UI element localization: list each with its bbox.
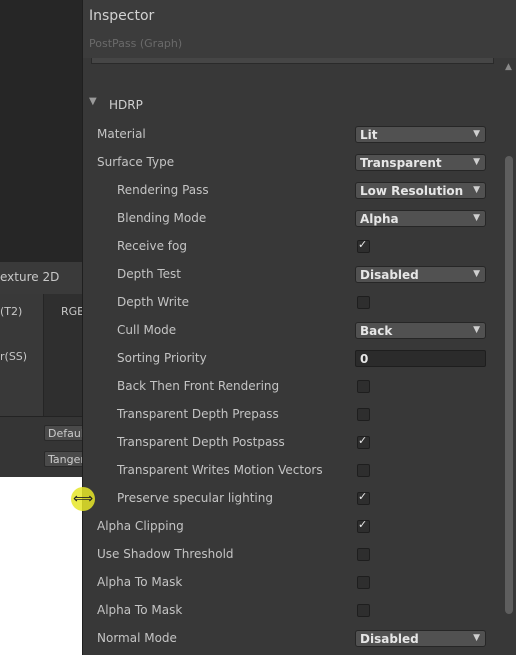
alpha-to-mask-label: Alpha To Mask <box>97 603 183 617</box>
property-row-cull-mode: Cull Mode Back ▼ <box>83 317 493 345</box>
cull-mode-label: Cull Mode <box>117 323 177 337</box>
triangle-down-icon: ▼ <box>473 157 480 167</box>
rendering-pass-dropdown[interactable]: Low Resolution ▼ <box>355 182 486 199</box>
use-shadow-threshold-label: Use Shadow Threshold <box>97 547 234 561</box>
scrollbar-thumb[interactable] <box>505 156 513 614</box>
rendering-pass-value: Low Resolution <box>360 184 464 198</box>
section-title-hdrp[interactable]: HDRP <box>109 98 143 112</box>
alpha-to-mask-label: Alpha To Mask <box>97 575 183 589</box>
sorting-priority-input[interactable]: 0 <box>355 350 486 367</box>
transparent-writes-motion-vectors-label: Transparent Writes Motion Vectors <box>117 463 323 477</box>
scroll-up-arrow-icon[interactable]: ▲ <box>505 62 512 72</box>
property-row-use-shadow-threshold: Use Shadow Threshold <box>83 541 493 569</box>
depth-test-label: Depth Test <box>117 267 181 281</box>
material-dropdown[interactable]: Lit ▼ <box>355 126 486 143</box>
triangle-down-icon: ▼ <box>473 129 480 139</box>
property-row-depth-test: Depth Test Disabled ▼ <box>83 261 493 289</box>
alpha-clipping-checkbox[interactable]: ✓ <box>357 518 370 533</box>
transparent-depth-postpass-checkbox[interactable]: ✓ <box>357 434 370 449</box>
cull-mode-value: Back <box>360 324 393 338</box>
surface-type-label: Surface Type <box>97 155 175 169</box>
property-row-material: Material Lit ▼ <box>83 121 493 149</box>
inspector-title: Inspector <box>89 8 155 24</box>
transparent-depth-prepass-checkbox[interactable] <box>357 408 370 421</box>
checkmark-icon: ✓ <box>358 490 368 503</box>
inspector-subtitle: PostPass (Graph) <box>89 37 183 50</box>
surface-type-dropdown[interactable]: Transparent ▼ <box>355 154 486 171</box>
blending-mode-dropdown[interactable]: Alpha ▼ <box>355 210 486 227</box>
triangle-down-icon: ▼ <box>473 269 480 279</box>
resize-horizontal-icon: ⟺ <box>71 487 95 511</box>
property-row-transparent-depth-prepass: Transparent Depth Prepass <box>83 401 493 429</box>
graph-node-header[interactable]: exture 2D <box>0 262 82 295</box>
blending-mode-value: Alpha <box>360 212 399 226</box>
graph-node-title: exture 2D <box>0 270 60 284</box>
alpha-clipping-label: Alpha Clipping <box>97 519 184 533</box>
property-row-depth-write: Depth Write <box>83 289 493 317</box>
normal-mode-value: Disabled <box>360 632 419 646</box>
cull-mode-dropdown[interactable]: Back ▼ <box>355 322 486 339</box>
graph-port-t2[interactable]: (T2) <box>0 305 22 318</box>
depth-write-checkbox[interactable] <box>357 296 370 309</box>
inspector-header: Inspector PostPass (Graph) <box>83 0 516 58</box>
property-row-blending-mode: Blending Mode Alpha ▼ <box>83 205 493 233</box>
rendering-pass-label: Rendering Pass <box>117 183 209 197</box>
inspector-panel: Inspector PostPass (Graph) ▲ ▼ HDRP Mate… <box>82 0 516 655</box>
depth-test-dropdown[interactable]: Disabled ▼ <box>355 266 486 283</box>
inspector-scrollbar[interactable] <box>502 78 516 655</box>
triangle-down-icon[interactable]: ▼ <box>89 96 97 107</box>
blending-mode-label: Blending Mode <box>117 211 207 225</box>
default-button[interactable]: Default <box>44 425 84 441</box>
triangle-down-icon: ▼ <box>473 325 480 335</box>
property-row-sorting-priority: Sorting Priority 0 <box>83 345 493 373</box>
material-label: Material <box>97 127 146 141</box>
checkmark-icon: ✓ <box>358 518 368 531</box>
inspector-divider <box>91 58 494 64</box>
property-row-normal-mode: Normal Mode Disabled ▼ <box>83 625 493 653</box>
alpha-to-mask-checkbox[interactable] <box>357 604 370 617</box>
property-row-alpha-clipping: Alpha Clipping ✓ <box>83 513 493 541</box>
checkmark-icon: ✓ <box>358 434 368 447</box>
tangent-button[interactable]: Tangent <box>44 451 84 467</box>
preserve-specular-lighting-label: Preserve specular lighting <box>117 491 273 505</box>
graph-canvas[interactable] <box>0 0 82 262</box>
property-row-preserve-specular-lighting: Preserve specular lighting ✓ <box>83 485 493 513</box>
normal-mode-label: Normal Mode <box>97 631 177 645</box>
sorting-priority-label: Sorting Priority <box>117 351 207 365</box>
normal-mode-dropdown[interactable]: Disabled ▼ <box>355 630 486 647</box>
surface-type-value: Transparent <box>360 156 442 170</box>
triangle-down-icon: ▼ <box>473 213 480 223</box>
depth-test-value: Disabled <box>360 268 419 282</box>
back-then-front-rendering-label: Back Then Front Rendering <box>117 379 280 393</box>
property-row-transparent-writes-motion-vectors: Transparent Writes Motion Vectors <box>83 457 493 485</box>
graph-port-ss[interactable]: r(SS) <box>0 350 27 363</box>
use-shadow-threshold-checkbox[interactable] <box>357 548 370 561</box>
sorting-priority-value: 0 <box>360 352 369 366</box>
preserve-specular-lighting-checkbox[interactable]: ✓ <box>357 490 370 505</box>
checkmark-icon: ✓ <box>358 238 368 251</box>
property-row-surface-type: Surface Type Transparent ▼ <box>83 149 493 177</box>
property-row-receive-fog: Receive fog ✓ <box>83 233 493 261</box>
property-row-rendering-pass: Rendering Pass Low Resolution ▼ <box>83 177 493 205</box>
receive-fog-checkbox[interactable]: ✓ <box>357 238 370 253</box>
property-row-back-then-front-rendering: Back Then Front Rendering <box>83 373 493 401</box>
receive-fog-label: Receive fog <box>117 239 187 253</box>
depth-write-label: Depth Write <box>117 295 190 309</box>
transparent-writes-motion-vectors-checkbox[interactable] <box>357 464 370 477</box>
triangle-down-icon: ▼ <box>473 633 480 643</box>
property-row-alpha-to-mask: Alpha To Mask <box>83 569 493 597</box>
transparent-depth-prepass-label: Transparent Depth Prepass <box>117 407 279 421</box>
back-then-front-rendering-checkbox[interactable] <box>357 380 370 393</box>
transparent-depth-postpass-label: Transparent Depth Postpass <box>117 435 285 449</box>
property-row-transparent-depth-postpass: Transparent Depth Postpass ✓ <box>83 429 493 457</box>
alpha-to-mask-checkbox[interactable] <box>357 576 370 589</box>
property-row-alpha-to-mask: Alpha To Mask <box>83 597 493 625</box>
triangle-down-icon: ▼ <box>473 185 480 195</box>
material-value: Lit <box>360 128 378 142</box>
